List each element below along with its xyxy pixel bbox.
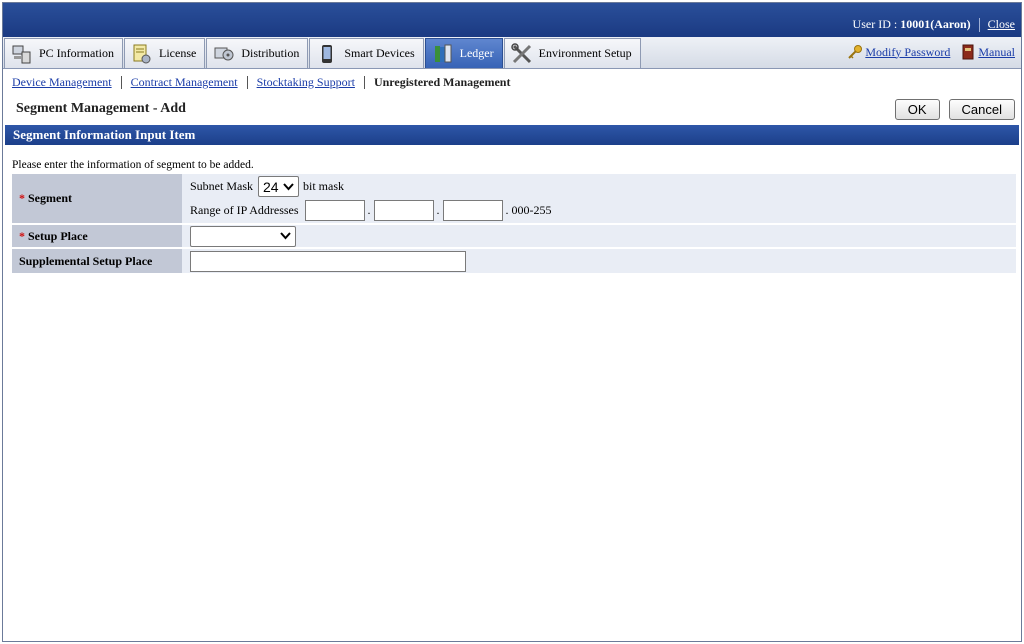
ip-dot: . <box>436 203 440 217</box>
ip-octet-1-input[interactable] <box>304 200 365 221</box>
tab-label: License <box>159 46 197 60</box>
main-tab-bar: PC Information License Distribution Smar… <box>3 37 1021 69</box>
ok-button[interactable]: OK <box>894 98 940 120</box>
header-divider <box>978 18 980 32</box>
ip-dot: . <box>367 203 371 217</box>
subnav-device-management[interactable]: Device Management <box>12 75 112 90</box>
page-title-bar: Segment Management - Add OK Cancel <box>3 95 1021 123</box>
subnav-stocktaking-support[interactable]: Stocktaking Support <box>257 75 355 90</box>
tab-license[interactable]: License <box>124 38 206 68</box>
tab-smart-devices[interactable]: Smart Devices <box>309 38 424 68</box>
required-mark: * <box>19 228 25 243</box>
tools-icon <box>510 42 533 65</box>
required-mark: * <box>19 191 25 205</box>
tab-label: Distribution <box>241 46 300 60</box>
modify-password-link[interactable]: Modify Password <box>865 45 950 60</box>
top-header: User ID : 10001(Aaron) Close <box>3 3 1021 37</box>
page-title: Segment Management - Add <box>16 101 186 116</box>
tab-label: Environment Setup <box>538 46 632 60</box>
setup-place-label: * Setup Place <box>12 224 182 249</box>
user-id: User ID : 10001(Aaron) <box>852 17 971 31</box>
license-icon <box>131 43 153 65</box>
key-icon <box>847 44 863 60</box>
form-row-setup-place: * Setup Place <box>12 224 1016 249</box>
pc-icon <box>11 43 33 65</box>
ledger-icon <box>432 43 454 65</box>
action-buttons: OK Cancel <box>889 98 1015 120</box>
tab-ledger[interactable]: Ledger <box>424 38 503 68</box>
subnav-divider <box>120 75 122 89</box>
subnet-mask-select[interactable]: 24 <box>258 176 299 197</box>
chevron-down-icon <box>280 232 291 240</box>
setup-place-select[interactable] <box>190 225 296 247</box>
user-id-value: 10001(Aaron) <box>900 17 971 31</box>
supplemental-setup-place-input[interactable] <box>190 250 466 272</box>
section-intro: Please enter the information of segment … <box>12 159 254 171</box>
subnav-divider <box>363 75 365 89</box>
distribution-icon <box>213 43 235 65</box>
tab-environment-setup[interactable]: Environment Setup <box>503 38 641 68</box>
cancel-button[interactable]: Cancel <box>948 98 1015 120</box>
sub-navigation: Device Management Contract Management St… <box>3 69 1021 95</box>
segment-form: * Segment Subnet Mask 24 bit mask Range o… <box>12 174 1016 275</box>
ip-octet-2-input[interactable] <box>373 200 434 221</box>
tab-label: PC Information <box>39 46 114 60</box>
ip-octet-3-input[interactable] <box>442 200 503 221</box>
top-links: Modify Password Manual <box>837 44 1015 60</box>
ip-range-hint: . 000-255 <box>505 203 552 217</box>
tab-pc-information[interactable]: PC Information <box>4 38 123 68</box>
tab-distribution[interactable]: Distribution <box>206 38 309 68</box>
tab-label: Ledger <box>459 46 494 60</box>
supplemental-setup-place-label: Supplemental Setup Place <box>12 248 182 275</box>
manual-link[interactable]: Manual <box>978 45 1015 60</box>
chevron-down-icon <box>283 182 294 190</box>
close-link[interactable]: Close <box>988 17 1015 32</box>
tab-label: Smart Devices <box>344 46 415 60</box>
section-header: Segment Information Input Item <box>5 125 1019 145</box>
ip-range-label: Range of IP Addresses <box>190 203 299 217</box>
bit-mask-label: bit mask <box>303 179 344 193</box>
form-row-supplemental-setup-place: Supplemental Setup Place <box>12 248 1016 275</box>
subnav-unregistered-management: Unregistered Management <box>373 74 511 89</box>
app-window: User ID : 10001(Aaron) Close PC Informat… <box>2 2 1022 642</box>
manual-book-icon <box>960 44 976 60</box>
form-row-segment: * Segment Subnet Mask 24 bit mask Range o… <box>12 174 1016 225</box>
segment-label: * Segment <box>12 174 182 225</box>
subnav-contract-management[interactable]: Contract Management <box>131 75 238 90</box>
subnet-mask-label: Subnet Mask <box>190 179 253 193</box>
smart-device-icon <box>316 43 338 65</box>
subnav-divider <box>246 75 248 89</box>
